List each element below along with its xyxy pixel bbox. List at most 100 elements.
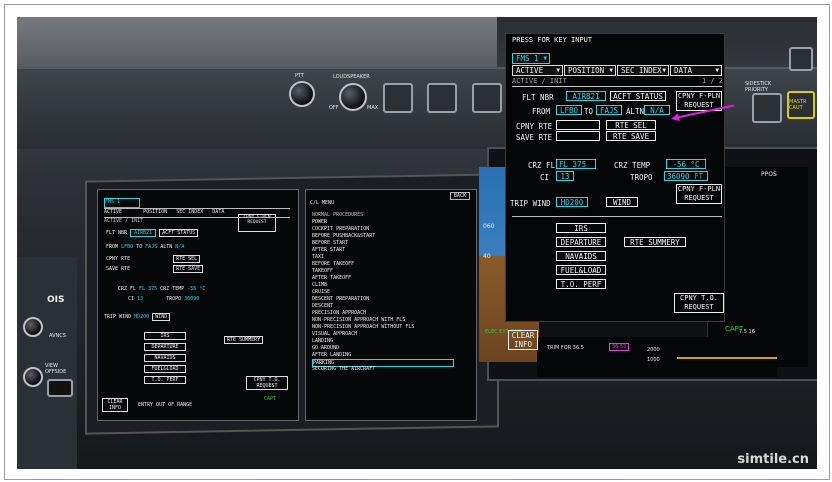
save-rte-field[interactable] [556,131,600,141]
irs-button[interactable]: IRS [556,223,606,233]
left-rte-sel-button[interactable]: RTE SEL [173,255,201,263]
glareshield-button-3[interactable] [472,83,502,113]
checklist-item[interactable]: BEFORE START [312,240,348,246]
departure-button[interactable]: DEPARTURE [556,237,606,247]
cpny-rte-field[interactable] [556,120,600,130]
left-rte-save-button[interactable]: RTE SAVE [173,265,204,273]
cpny-to-request-button[interactable]: CPNY T.O. REQUEST [674,293,724,313]
left-cpny-to-button[interactable]: CPNY T.O. REQUEST [246,376,288,390]
glareshield-button-2[interactable] [427,83,457,113]
wind-button[interactable]: WIND [606,197,638,207]
checklist-item[interactable]: DESCENT [312,303,333,309]
left-trip-wind-label: TRIP WIND [104,314,132,320]
left-fms-selector[interactable]: FMS 1 [104,198,140,208]
pfd-speed-tick: 060 [483,223,495,230]
altn-field[interactable]: N/A [644,105,670,115]
checklist-item[interactable]: AFTER START [312,247,345,253]
checklist-item[interactable]: PRECISION APPROACH [312,310,366,316]
checklist-item[interactable]: AFTER LANDING [312,352,351,358]
mcdu-key-input-prompt[interactable]: PRESS FOR KEY INPUT [512,36,592,44]
rte-summary-button[interactable]: RTE SUMMERY [624,237,686,247]
left-tropo-field[interactable]: 36090 [184,296,199,302]
crz-temp-field[interactable]: -56 °C [666,159,706,169]
to-perf-button[interactable]: T.O. PERF [556,279,606,289]
checklist-item[interactable]: DESCENT PREPARATION [312,296,369,302]
glareshield-button-top-right[interactable] [789,47,813,71]
left-fuel-load-button[interactable]: FUEL&LOAD [144,365,186,373]
left-flt-nbr-field[interactable]: AIRB21 [130,229,157,237]
left-rte-summary-button[interactable]: RTE SUMMERY [224,336,264,344]
flt-nbr-field[interactable]: AIRB21 [566,91,606,101]
left-ci-field[interactable]: 13 [137,296,143,302]
section-divider [512,216,722,217]
left-navaids-button[interactable]: NAVAIDS [144,354,186,362]
checklist-item[interactable]: CLIMB [312,282,327,288]
left-trip-wind-field[interactable]: HD200 [134,314,149,320]
acft-status-button[interactable]: ACFT STATUS [610,91,666,101]
checklist-item[interactable]: NON-PRECISION APPROACH WITH FLS [312,317,405,323]
checklist-item[interactable]: NON-PRECISION APPROACH WITHOUT FLS [312,324,414,330]
checklist-item[interactable]: VISUAL APPROACH [312,331,357,337]
left-crz-temp-label: CRZ TEMP [160,286,185,292]
left-crz-fl-field[interactable]: FL 375 [139,286,157,292]
navaids-button[interactable]: NAVAIDS [556,251,606,261]
clear-info-button[interactable]: CLEAR INFO [508,330,538,350]
left-tab-data[interactable]: DATA [212,209,224,215]
chevron-down-icon: ▼ [556,67,560,74]
tropo-field[interactable]: 36090 FT [664,171,708,181]
view-offside-button[interactable] [47,379,73,397]
checklist-item[interactable]: GO AROUND [312,345,339,351]
left-tab-active[interactable]: ACTIVE [104,209,122,215]
left-altn-field[interactable]: N/A [175,244,184,250]
checklist-item[interactable]: BEFORE TAKEOFF [312,261,354,267]
tab-sec-index[interactable]: SEC INDEX ▼ [617,65,669,76]
left-cpny-fpln-button[interactable]: CPNY F-PLN REQUEST [238,214,276,232]
checklist-item[interactable]: BEFORE PUSHBACK&START [312,233,375,239]
checklist-item[interactable]: CRUISE [312,289,330,295]
ptt-knob[interactable] [289,81,315,107]
checklist-item[interactable]: LANDING [312,338,333,344]
to-field[interactable]: FAJS [596,105,622,115]
crz-fl-field[interactable]: FL 375 [556,159,596,169]
left-from-field[interactable]: LFBO [121,244,133,250]
tab-data[interactable]: DATA ▼ [670,65,722,76]
rte-save-button[interactable]: RTE SAVE [606,131,656,141]
sidestick-priority-button[interactable] [752,93,782,123]
ois-brt-knob-2[interactable] [23,367,43,387]
left-wind-button[interactable]: WIND [152,313,171,321]
ci-field[interactable]: 13 [556,171,574,181]
tab-position[interactable]: POSITION ▼ [564,65,616,76]
loudspeaker-knob[interactable] [339,83,367,111]
left-tab-sec-index[interactable]: SEC INDEX [176,209,203,215]
left-acft-status-button[interactable]: ACFT STATUS [159,229,199,237]
from-field[interactable]: LFBO [556,105,582,115]
left-clear-info-button[interactable]: CLEAR INFO [102,398,128,412]
checklist-item[interactable]: POWER [312,219,327,225]
glareshield-button-1[interactable] [383,83,413,113]
left-departure-button[interactable]: DEPARTURE [144,343,186,351]
checklist-item[interactable]: AFTER TAKEOFF [312,275,351,281]
left-tab-position[interactable]: POSITION [143,209,167,215]
rte-sel-button[interactable]: RTE SEL [606,120,656,130]
tab-active[interactable]: ACTIVE ▼ [512,65,563,76]
left-to-field[interactable]: FAJS [145,244,157,250]
checklist-item[interactable]: COCKPIT PREPARATION [312,226,369,232]
left-crz-temp-field[interactable]: -56 °C [187,286,205,292]
ois-brt-knob[interactable] [23,317,43,337]
chevron-down-icon: ▼ [609,67,613,74]
cpny-fpln-request-button-2[interactable]: CPNY F-PLN REQUEST [676,184,722,204]
left-to-perf-button[interactable]: T.O. PERF [144,376,186,384]
alt-tick-2000: 2000 [647,347,660,353]
left-irs-button[interactable]: IRS [144,332,186,340]
fms-selector[interactable]: FMS 1 ▼ [512,53,550,64]
checklist-header: C/L MENU [310,200,335,206]
crz-temp-label: CRZ TEMP [614,161,651,170]
checklist-item[interactable]: SECURING THE AIRCRAFT [312,366,375,372]
checklist-item[interactable]: TAKEOFF [312,268,333,274]
ewd-amber-line [677,357,777,359]
checklist-item[interactable]: TAXI [312,254,324,260]
checklist-back-button[interactable]: BACK [449,192,470,200]
save-rte-label: SAVE RTE [516,133,553,142]
fuel-load-button[interactable]: FUEL&LOAD [556,265,606,275]
trip-wind-field[interactable]: HD200 [556,197,588,207]
